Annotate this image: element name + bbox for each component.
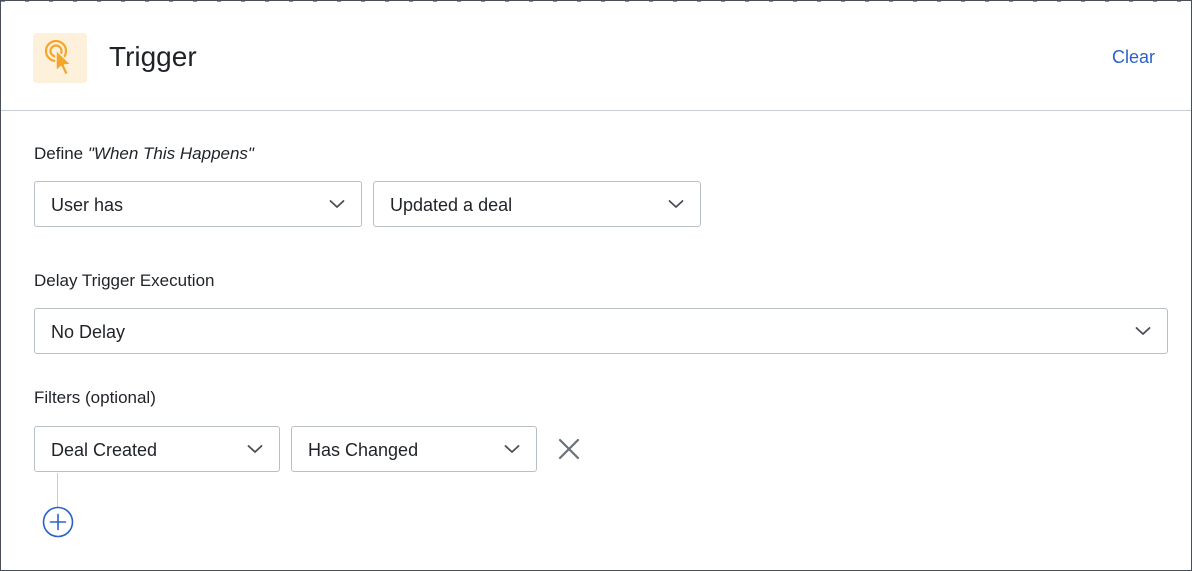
filter-field-select-value: Deal Created [51, 440, 158, 460]
chevron-down-icon [1135, 327, 1151, 335]
trigger-panel: Trigger Clear Define "When This Happens"… [0, 0, 1192, 571]
delay-select-value: No Delay [51, 322, 126, 342]
tap-pointer-icon [44, 39, 72, 76]
page-title: Trigger [109, 41, 197, 72]
filter-connector-line [57, 473, 58, 509]
chevron-down-icon [668, 200, 684, 208]
filter-field-select[interactable]: Deal Created [34, 426, 280, 472]
action-select[interactable]: Updated a deal [373, 181, 701, 227]
filters-label: Filters (optional) [34, 388, 156, 407]
define-label-prefix: Define [34, 144, 88, 163]
chevron-down-icon [247, 445, 263, 453]
filter-condition-select[interactable]: Has Changed [291, 426, 537, 472]
chevron-down-icon [504, 445, 520, 453]
action-select-value: Updated a deal [390, 195, 513, 215]
clear-button[interactable]: Clear [1112, 46, 1155, 68]
filter-condition-select-value: Has Changed [308, 440, 419, 460]
delay-label: Delay Trigger Execution [34, 271, 215, 290]
chevron-down-icon [329, 200, 345, 208]
panel-header: Trigger Clear [1, 1, 1191, 111]
add-filter-icon[interactable] [42, 506, 74, 538]
subject-select[interactable]: User has [34, 181, 362, 227]
subject-select-value: User has [51, 195, 124, 215]
define-label-emphasis: "When This Happens" [87, 144, 254, 163]
delay-select[interactable]: No Delay [34, 308, 1168, 354]
remove-filter-icon[interactable] [558, 438, 580, 460]
trigger-icon-container [33, 33, 87, 83]
define-label: Define "When This Happens" [34, 143, 254, 165]
